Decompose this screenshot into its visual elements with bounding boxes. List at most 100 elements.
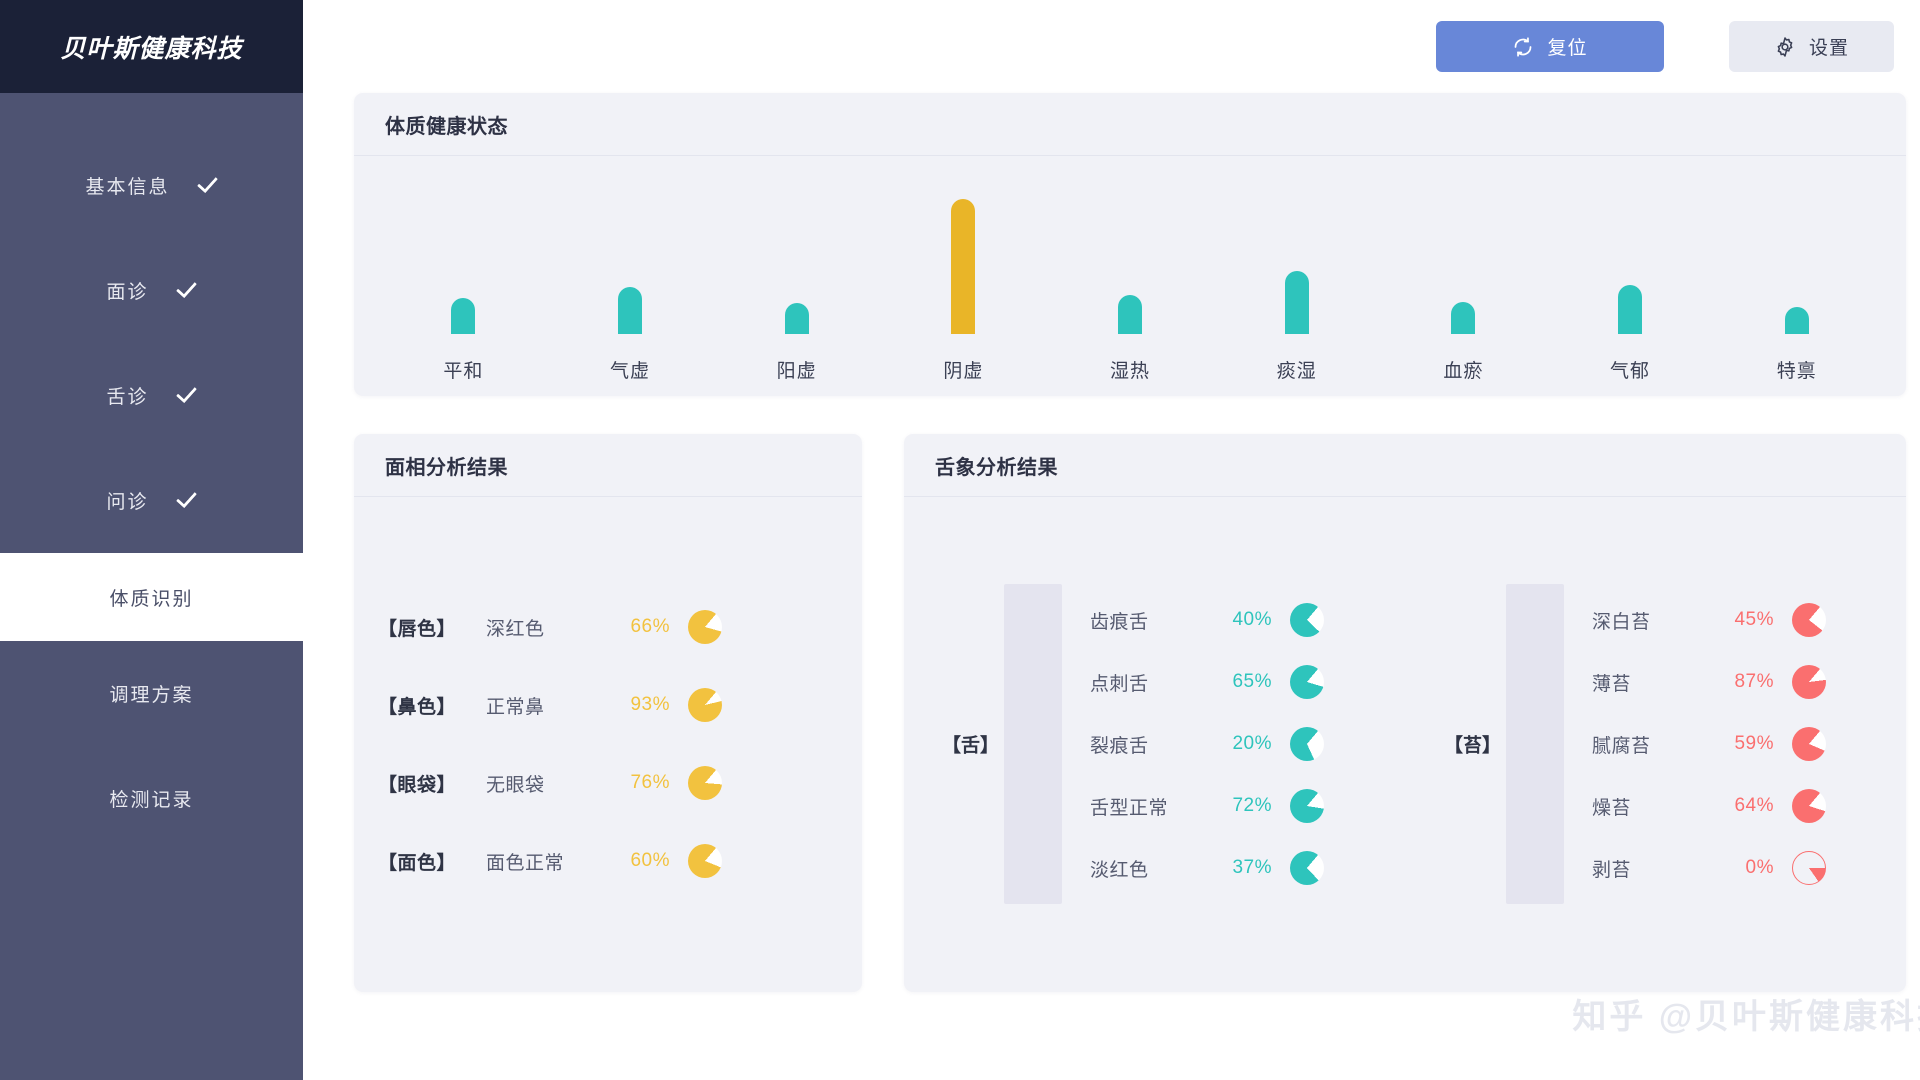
face-row-value: 正常鼻	[486, 696, 545, 718]
bar-column[interactable]: 气虚	[547, 156, 714, 395]
sidebar-item-label: 调理方案	[109, 685, 194, 706]
bar-label: 阴虚	[943, 361, 984, 382]
face-analysis-row: 【面色】 面色正常 60%	[378, 822, 862, 900]
tongue-row-percent: 0%	[1745, 857, 1774, 878]
tongue-analysis-row: 淡红色 37%	[1090, 837, 1324, 899]
bar-label: 湿热	[1110, 361, 1151, 382]
bar	[951, 199, 976, 334]
sidebar-item-label: 舌诊	[106, 387, 149, 408]
check-icon	[175, 280, 197, 302]
pie-chart-icon	[1290, 851, 1324, 885]
tongue-row-percent: 20%	[1232, 733, 1272, 754]
tongue-row-percent: 59%	[1734, 733, 1774, 754]
bar-track	[1118, 156, 1143, 334]
tongue-group: 【苔】 深白苔 45% 薄苔 87% 腻腐苔 59% 燥苔 64% 剥苔 0%	[1444, 584, 1826, 904]
bar	[618, 287, 642, 334]
face-row-percent: 93%	[630, 694, 670, 715]
bar-column[interactable]: 血瘀	[1380, 156, 1547, 395]
settings-button[interactable]: 设置	[1729, 21, 1894, 72]
main-content: 复位 设置 体质健康状态 平和 气虚 阳虚 阴虚 湿热 痰湿 血瘀 气郁 特禀	[303, 0, 1920, 1080]
pie-chart-icon	[1792, 727, 1826, 761]
face-row-key: 【面色】	[378, 852, 457, 874]
bar-column[interactable]: 阴虚	[880, 156, 1047, 395]
tongue-analysis-card: 舌象分析结果 【舌】 齿痕舌 40% 点刺舌 65% 裂痕舌 20% 舌型正常 72% 淡红色 37…	[904, 434, 1906, 992]
sidebar-nav: 基本信息面诊舌诊问诊体质识别调理方案检测记录	[0, 93, 303, 851]
tongue-group-band-wrap: 【苔】	[1444, 584, 1564, 904]
sidebar-item-label: 基本信息	[85, 177, 170, 198]
bar-label: 痰湿	[1276, 361, 1317, 382]
tongue-row-list: 齿痕舌 40% 点刺舌 65% 裂痕舌 20% 舌型正常 72% 淡红色 37%	[1090, 589, 1324, 899]
sidebar-item-2[interactable]: 舌诊	[0, 343, 303, 448]
pie-chart-icon	[688, 844, 722, 878]
health-status-card: 体质健康状态 平和 气虚 阳虚 阴虚 湿热 痰湿 血瘀 气郁 特禀	[354, 93, 1906, 396]
tongue-row-percent: 45%	[1734, 609, 1774, 630]
tongue-row-percent: 37%	[1232, 857, 1272, 878]
tongue-row-list: 深白苔 45% 薄苔 87% 腻腐苔 59% 燥苔 64% 剥苔 0%	[1592, 589, 1826, 899]
tongue-row-percent: 72%	[1232, 795, 1272, 816]
pie-chart-icon	[1290, 727, 1324, 761]
bar-track	[1451, 156, 1476, 334]
bar-column[interactable]: 痰湿	[1213, 156, 1380, 395]
tongue-analysis-row: 燥苔 64%	[1592, 775, 1826, 837]
bar-track	[451, 156, 476, 334]
bar-column[interactable]: 湿热	[1047, 156, 1214, 395]
tongue-analysis-list: 【舌】 齿痕舌 40% 点刺舌 65% 裂痕舌 20% 舌型正常 72% 淡红色 37% 【苔】 深白苔…	[904, 497, 1906, 991]
face-row-percent: 76%	[630, 772, 670, 793]
sidebar-item-4[interactable]: 体质识别	[0, 553, 303, 641]
sidebar-item-1[interactable]: 面诊	[0, 238, 303, 343]
settings-label: 设置	[1808, 38, 1849, 59]
tongue-analysis-row: 齿痕舌 40%	[1090, 589, 1324, 651]
tongue-row-name: 剥苔	[1592, 859, 1632, 881]
sidebar: 贝叶斯健康科技 基本信息面诊舌诊问诊体质识别调理方案检测记录	[0, 0, 303, 1080]
sidebar-item-5[interactable]: 调理方案	[0, 641, 303, 746]
pie-chart-icon	[1290, 603, 1324, 637]
pie-chart-icon	[1792, 665, 1826, 699]
face-row-value: 无眼袋	[486, 774, 545, 796]
tongue-group-label: 【苔】	[1444, 735, 1502, 757]
face-analysis-list: 【唇色】 深红色 66% 【鼻色】 正常鼻 93% 【眼袋】 无眼袋 76% 【面色】 面色正常 60…	[354, 497, 862, 991]
health-status-title: 体质健康状态	[385, 115, 508, 138]
bar-column[interactable]: 平和	[380, 156, 547, 395]
bar-column[interactable]: 阳虚	[713, 156, 880, 395]
bar	[1451, 302, 1476, 334]
face-row-key: 【眼袋】	[378, 774, 457, 796]
bar-label: 气郁	[1610, 361, 1651, 382]
reset-button[interactable]: 复位	[1436, 21, 1664, 72]
bar	[1784, 307, 1809, 334]
bar-track	[784, 156, 809, 334]
reset-label: 复位	[1547, 38, 1588, 59]
bar	[1618, 285, 1643, 334]
sidebar-item-0[interactable]: 基本信息	[0, 133, 303, 238]
tongue-row-name: 燥苔	[1592, 797, 1632, 819]
tongue-analysis-row: 舌型正常 72%	[1090, 775, 1324, 837]
bar	[1118, 295, 1143, 334]
health-status-card-header: 体质健康状态	[354, 93, 1906, 156]
bar-column[interactable]: 气郁	[1547, 156, 1714, 395]
pie-chart-icon	[1290, 665, 1324, 699]
refresh-icon	[1512, 36, 1534, 58]
pie-chart-icon	[688, 610, 722, 644]
brand-name: 贝叶斯健康科技	[60, 34, 243, 63]
tongue-analysis-row: 点刺舌 65%	[1090, 651, 1324, 713]
bar	[451, 298, 476, 334]
bar-label: 血瘀	[1443, 361, 1484, 382]
bar-track	[1284, 156, 1309, 334]
watermark: 知乎 @贝叶斯健康科技	[1572, 998, 1920, 1036]
bar-track	[951, 156, 976, 334]
face-row-value: 面色正常	[486, 852, 565, 874]
face-analysis-row: 【鼻色】 正常鼻 93%	[378, 666, 862, 744]
face-row-percent: 66%	[630, 616, 670, 637]
face-analysis-card: 面相分析结果 【唇色】 深红色 66% 【鼻色】 正常鼻 93% 【眼袋】 无眼袋 76% 【面色…	[354, 434, 862, 992]
check-icon	[175, 490, 197, 512]
bar-column[interactable]: 特禀	[1713, 156, 1880, 395]
sidebar-item-label: 问诊	[106, 492, 149, 513]
bar-label: 平和	[443, 361, 484, 382]
tongue-group: 【舌】 齿痕舌 40% 点刺舌 65% 裂痕舌 20% 舌型正常 72% 淡红色 37%	[942, 584, 1324, 904]
bar	[784, 303, 809, 334]
tongue-row-name: 点刺舌	[1090, 673, 1149, 695]
sidebar-item-6[interactable]: 检测记录	[0, 746, 303, 851]
face-row-percent: 60%	[630, 850, 670, 871]
tongue-analysis-row: 深白苔 45%	[1592, 589, 1826, 651]
tongue-group-band: 【苔】	[1444, 584, 1564, 904]
sidebar-item-3[interactable]: 问诊	[0, 448, 303, 553]
